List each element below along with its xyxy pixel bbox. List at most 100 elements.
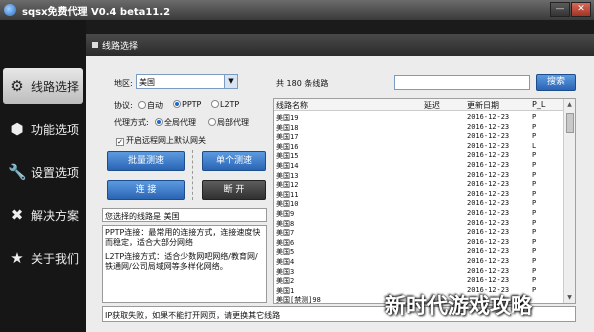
batch-test-button[interactable]: 批量测速 [107,151,185,171]
remote-gateway-checkbox[interactable]: ✓ 开启远程网上默认网关 [116,135,206,146]
table-cell: P [532,266,537,275]
table-cell: 2016-12-23 [467,141,510,150]
sidebar-item-label: 关于我们 [31,252,80,266]
radio-selected-icon [173,100,181,108]
disconnect-button[interactable]: 断 开 [202,180,266,200]
radio-selected-icon [155,118,163,126]
protocol-label: 协议: [114,101,133,110]
table-cell: 2016-12-23 [467,266,510,275]
table-cell: 2016-12-23 [467,199,510,208]
table-cell: P [532,228,537,237]
table-cell: P [532,218,537,227]
table-cell: P [532,189,537,198]
sidebar-item-label: 解决方案 [31,209,80,223]
table-cell: P [532,285,537,294]
selected-line-box: 您选择的线路是 美国 [102,208,267,222]
sidebar-item-label: 线路选择 [31,80,80,94]
radio-label: PPTP [182,100,202,109]
table-cell: P [532,209,537,217]
region-value: 美国 [139,78,155,87]
sidebar-item-label: 设置选项 [31,166,80,180]
line-count-text: 共 180 条线路 [276,79,329,88]
column-header-pl[interactable]: P_L [532,100,545,109]
connect-button[interactable]: 连 接 [107,180,185,200]
scroll-up-icon[interactable]: ▲ [564,99,575,110]
line-table: 线路名称 延迟 更新日期 P_L 美国19 2016-12-23 P 美国18 2016… [273,98,576,304]
table-cell: P [532,122,537,131]
gear-icon: ⚙ [10,77,24,95]
status-text: IP获取失败，如果不能打开网页，请更换其它线路 [105,311,281,320]
sidebar-item-about[interactable]: ★ 关于我们 [3,240,83,276]
table-cell: 2016-12-23 [467,218,510,227]
radio-label: 局部代理 [217,118,249,127]
table-cell: P [532,276,537,285]
app-logo-icon [4,4,16,16]
sidebar-item-line-select[interactable]: ⚙ 线路选择 [3,68,83,104]
table-cell: 2016-12-23 [467,257,510,265]
hexagon-nut-icon: ⬢ [10,120,24,138]
table-cell: P [532,161,537,169]
column-header-name[interactable]: 线路名称 [276,100,308,111]
search-input[interactable] [394,75,530,90]
table-cell: 2016-12-23 [467,189,510,198]
radio-icon [211,100,219,108]
table-cell: P [532,151,537,160]
search-button[interactable]: 搜索 [536,74,576,91]
region-label: 地区: [114,79,133,88]
table-cell: P [532,199,537,208]
radio-label: L2TP [220,100,240,109]
scroll-down-icon[interactable]: ▼ [564,292,575,303]
divider [192,150,193,200]
protocol-radio-pptp[interactable]: PPTP [173,100,201,109]
scroll-thumb[interactable] [566,113,574,133]
table-cell: 2016-12-23 [467,276,510,285]
checkmark-icon: ✓ [116,138,124,146]
table-cell: 2016-12-23 [467,228,510,237]
table-cell: 2016-12-23 [467,247,510,256]
column-header-latency[interactable]: 延迟 [424,100,440,111]
table-cell: P [532,257,537,265]
table-cell: 美国[禁测]98 [276,296,321,304]
table-cell: L [532,141,537,150]
pptp-info-text: PPTP连接：最常用的连接方式，连接速度快而稳定，适合大部分网络 [105,228,261,247]
mode-radio-partial[interactable]: 局部代理 [208,117,249,128]
table-cell: 2016-12-23 [467,237,510,246]
sidebar-item-features[interactable]: ⬢ 功能选项 [3,111,83,147]
single-test-button[interactable]: 单个测速 [202,151,266,171]
table-cell: 2016-12-23 [467,122,510,131]
radio-icon [208,118,216,126]
vertical-scrollbar[interactable]: ▲ ▼ [563,99,575,303]
table-cell: P [532,170,537,179]
panel-square-icon [92,42,98,48]
window-title: sqsx免费代理 V0.4 beta11.2 [22,7,171,18]
table-cell: P [532,180,537,189]
sidebar-item-label: 功能选项 [31,123,80,137]
table-header: 线路名称 延迟 更新日期 P_L [274,99,564,111]
minimize-button[interactable]: — [550,2,570,17]
column-header-date[interactable]: 更新日期 [467,100,499,111]
table-cell: P [532,237,537,246]
sidebar-item-solutions[interactable]: ✖ 解决方案 [3,197,83,233]
title-bar: sqsx免费代理 V0.4 beta11.2 — ✕ [0,0,594,20]
table-cell: 2016-12-23 [467,170,510,179]
radio-icon [138,101,146,109]
radio-label: 自动 [147,101,163,110]
info-box: PPTP连接：最常用的连接方式，连接速度快而稳定，适合大部分网络 L2TP连接方… [102,225,267,303]
close-button[interactable]: ✕ [571,2,591,17]
mode-radio-global[interactable]: 全局代理 [155,117,196,128]
radio-label: 全局代理 [164,118,196,127]
star-icon: ★ [10,249,24,267]
table-cell: 2016-12-23 [467,132,510,141]
chevron-down-icon[interactable]: ▼ [224,75,237,88]
sidebar: ⚙ 线路选择 ⬢ 功能选项 🔧 设置选项 ✖ 解决方案 ★ 关于我们 [0,20,86,332]
protocol-radio-auto[interactable]: 自动 [138,100,163,111]
mode-label: 代理方式: [114,118,149,127]
sidebar-item-settings[interactable]: 🔧 设置选项 [3,154,83,190]
protocol-radio-l2tp[interactable]: L2TP [211,100,239,109]
table-cell: 2016-12-23 [467,151,510,160]
region-select[interactable]: 美国 ▼ [136,74,238,89]
panel-title: 线路选择 [102,42,139,52]
checkbox-label: 开启远程网上默认网关 [126,136,206,145]
table-cell: 2016-12-23 [467,209,510,217]
selected-line-text: 您选择的线路是 美国 [105,212,180,221]
